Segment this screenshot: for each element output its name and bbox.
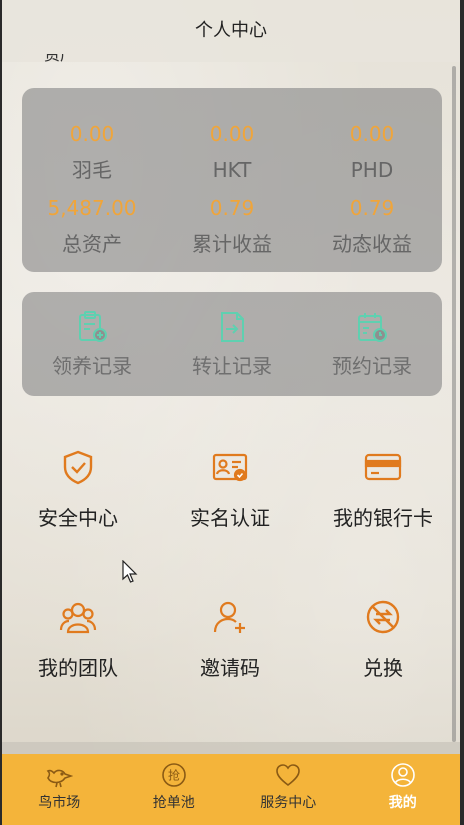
adoption-records-label: 领养记录 (52, 354, 132, 378)
menu-row-1: 安全中心 实名认证 我的银行卡 (2, 448, 460, 531)
app-screen: 个人中心 资产 0.00 0.00 0.00 羽毛 HKT PHD 5,487.… (2, 0, 460, 825)
shield-check-icon (63, 450, 93, 485)
invite-code-button[interactable]: 邀请码 (154, 598, 306, 681)
asset-label-total: 总资产 (62, 232, 122, 256)
tab-service-center-label: 服务中心 (260, 795, 317, 811)
tab-bird-market[interactable]: 鸟市场 (2, 754, 117, 825)
asset-label-cumulative: 累计收益 (192, 232, 272, 256)
security-center-label: 安全中心 (38, 506, 118, 530)
invite-code-label: 邀请码 (200, 656, 260, 680)
reservation-records-label: 预约记录 (332, 354, 412, 378)
team-icon (59, 602, 97, 634)
calendar-clock-icon (358, 313, 387, 342)
page-title: 个人中心 (195, 20, 267, 41)
assets-card: 0.00 0.00 0.00 羽毛 HKT PHD 5,487.00 0.79 … (22, 88, 442, 272)
tab-service-center[interactable]: 服务中心 (231, 754, 346, 825)
reservation-records-button[interactable]: 预约记录 (302, 310, 442, 379)
svg-text:抢: 抢 (168, 768, 180, 783)
heart-icon (276, 764, 301, 787)
real-name-auth-label: 实名认证 (190, 506, 270, 530)
transfer-records-button[interactable]: 转让记录 (162, 310, 302, 379)
tab-grab-pool[interactable]: 抢 抢单池 (117, 754, 232, 825)
content-bottom-edge (2, 742, 460, 754)
adoption-records-button[interactable]: 领养记录 (22, 310, 162, 379)
clipboard-add-icon (79, 311, 107, 342)
tab-mine[interactable]: 我的 (346, 754, 461, 825)
records-card: 领养记录 转让记录 预约记录 (22, 292, 442, 396)
asset-label-dynamic: 动态收益 (332, 232, 412, 256)
mouse-pointer-icon (122, 560, 138, 583)
transfer-doc-icon (221, 312, 244, 342)
user-icon (390, 763, 415, 787)
asset-value-phd: 0.00 (349, 122, 395, 146)
user-add-icon (213, 601, 245, 633)
real-name-auth-button[interactable]: 实名认证 (154, 448, 306, 531)
asset-value-feather: 0.00 (69, 122, 115, 146)
security-center-button[interactable]: 安全中心 (2, 448, 154, 531)
asset-label-hkt: HKT (212, 158, 252, 182)
grab-order-icon: 抢 (161, 763, 186, 787)
asset-value-dynamic: 0.79 (349, 196, 395, 220)
asset-value-hkt: 0.00 (209, 122, 255, 146)
asset-value-cumulative: 0.79 (209, 196, 255, 220)
tab-bird-market-label: 鸟市场 (38, 795, 81, 811)
asset-label-phd: PHD (350, 158, 394, 182)
exchange-icon (366, 600, 400, 634)
transfer-records-label: 转让记录 (192, 354, 272, 378)
tab-grab-pool-label: 抢单池 (152, 795, 195, 811)
my-team-label: 我的团队 (38, 656, 118, 680)
scrollbar[interactable] (452, 66, 456, 742)
asset-label-feather: 羽毛 (72, 158, 112, 182)
bank-card-icon (364, 453, 402, 481)
bank-card-button[interactable]: 我的银行卡 (306, 448, 460, 531)
id-card-icon (212, 453, 248, 482)
menu-row-2: 我的团队 邀请码 兑换 (2, 598, 460, 681)
bottom-tab-bar: 鸟市场 抢 抢单池 服务中心 我的 (2, 754, 460, 825)
bank-card-label: 我的银行卡 (333, 506, 433, 530)
scrolled-text-fragment: 资产 (44, 54, 77, 64)
page-header: 个人中心 (2, 0, 460, 62)
my-team-button[interactable]: 我的团队 (2, 598, 154, 681)
exchange-button[interactable]: 兑换 (306, 598, 460, 681)
exchange-label: 兑换 (363, 656, 403, 680)
tab-mine-label: 我的 (388, 795, 417, 811)
bird-icon (46, 769, 74, 788)
asset-value-total: 5,487.00 (47, 196, 137, 220)
